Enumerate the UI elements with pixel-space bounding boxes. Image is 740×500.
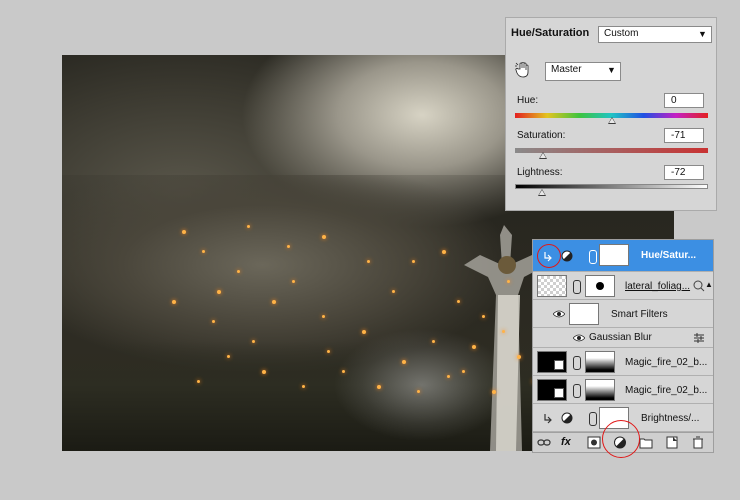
layer-name: Magic_fire_02_b... — [625, 357, 708, 368]
mask-link-icon[interactable] — [573, 280, 581, 294]
clipping-highlight-circle — [537, 244, 561, 268]
clipping-arrow-icon — [544, 414, 552, 424]
layer-name: Brightness/... — [641, 413, 700, 424]
ember-particle — [202, 250, 205, 253]
layer-row-smart-filters[interactable]: Smart Filters — [533, 300, 713, 328]
lightness-input[interactable]: -72 — [664, 165, 704, 180]
layer-row-lateral-foliage[interactable]: lateral_foliag... ▲ — [533, 272, 713, 300]
lightness-slider-thumb[interactable] — [538, 189, 547, 196]
layer-mask-thumbnail[interactable] — [585, 379, 615, 401]
ember-particle — [482, 315, 485, 318]
targeted-adjustment-hand-icon[interactable] — [515, 62, 531, 78]
ember-particle — [362, 330, 366, 334]
mask-link-icon[interactable] — [573, 356, 581, 370]
ember-particle — [302, 385, 305, 388]
filter-blending-options-icon[interactable] — [693, 332, 705, 344]
layer-row-magic-fire-1[interactable]: Magic_fire_02_b... — [533, 348, 713, 376]
ember-particle — [442, 250, 446, 254]
smart-object-thumbnail[interactable] — [537, 379, 567, 401]
layer-name: Magic_fire_02_b... — [625, 385, 708, 396]
ember-particle — [237, 270, 240, 273]
layer-mask-thumbnail[interactable] — [585, 351, 615, 373]
mask-link-icon[interactable] — [589, 412, 597, 426]
ember-particle — [322, 315, 325, 318]
filter-mask-thumbnail[interactable] — [569, 303, 599, 325]
layer-mask-thumbnail[interactable] — [599, 244, 629, 266]
smart-object-badge-icon — [693, 280, 705, 292]
workspace: Hue/Saturation Custom ▼ Master ▼ Hue: 0 … — [0, 0, 740, 500]
layer-row-magic-fire-2[interactable]: Magic_fire_02_b... — [533, 376, 713, 404]
trash-icon[interactable] — [691, 436, 705, 449]
ember-particle — [367, 260, 370, 263]
visibility-eye-icon[interactable] — [573, 334, 585, 342]
ember-particle — [492, 390, 496, 394]
ember-particle — [462, 370, 465, 373]
ember-particle — [272, 300, 276, 304]
mask-link-icon[interactable] — [589, 250, 597, 264]
new-layer-icon[interactable] — [665, 436, 679, 449]
smart-object-thumbnail[interactable] — [537, 351, 567, 373]
chevron-down-icon: ▼ — [607, 65, 616, 75]
hue-saturation-properties-panel: Hue/Saturation Custom ▼ Master ▼ Hue: 0 … — [505, 17, 717, 211]
saturation-label: Saturation: — [517, 130, 566, 141]
mask-link-icon[interactable] — [573, 384, 581, 398]
ember-particle — [197, 380, 200, 383]
adjustment-layer-icon — [561, 412, 573, 424]
ember-particle — [517, 355, 521, 359]
ember-particle — [172, 300, 176, 304]
ember-particle — [212, 320, 215, 323]
hue-input[interactable]: 0 — [664, 93, 704, 108]
ember-particle — [502, 330, 505, 333]
fx-icon[interactable]: fx — [561, 436, 575, 449]
ember-particle — [182, 230, 186, 234]
preset-value: Custom — [604, 28, 639, 39]
ember-particle — [342, 370, 345, 373]
ember-particle — [472, 345, 476, 349]
ember-particle — [287, 245, 290, 248]
add-mask-icon[interactable] — [587, 436, 601, 449]
ember-particle — [417, 390, 420, 393]
ember-particle — [432, 340, 435, 343]
link-layers-icon[interactable] — [537, 436, 551, 449]
saturation-slider-thumb[interactable] — [538, 152, 547, 159]
expand-up-icon[interactable]: ▲ — [705, 280, 713, 289]
preset-dropdown[interactable]: Custom ▼ — [598, 26, 712, 43]
ember-particle — [412, 260, 415, 263]
ember-particle — [322, 235, 326, 239]
layer-name: Smart Filters — [611, 309, 668, 320]
saturation-input[interactable]: -71 — [664, 128, 704, 143]
hue-label: Hue: — [517, 95, 539, 106]
ember-particle — [327, 350, 330, 353]
visibility-eye-icon[interactable] — [553, 310, 565, 318]
new-group-icon[interactable] — [639, 436, 653, 449]
layer-name: lateral_foliag... — [625, 281, 691, 292]
channel-dropdown[interactable]: Master ▼ — [545, 62, 621, 81]
ember-particle — [507, 280, 510, 283]
layer-name: Gaussian Blur — [589, 332, 652, 343]
ember-particle — [447, 375, 450, 378]
layer-row-gaussian-blur[interactable]: Gaussian Blur — [533, 328, 713, 348]
smart-object-thumbnail[interactable] — [537, 275, 567, 297]
layer-mask-thumbnail[interactable] — [585, 275, 615, 297]
adjustment-button-highlight-circle — [602, 420, 640, 458]
ember-particle — [292, 280, 295, 283]
ember-particle — [247, 225, 250, 228]
ember-particle — [402, 360, 406, 364]
ember-particle — [262, 370, 266, 374]
chevron-down-icon: ▼ — [698, 29, 707, 39]
ember-particle — [457, 300, 460, 303]
ember-particle — [252, 340, 255, 343]
hue-slider-thumb[interactable] — [607, 117, 616, 124]
layer-name: Hue/Satur... — [641, 250, 697, 261]
ember-particle — [377, 385, 381, 389]
adjustment-layer-icon — [561, 250, 573, 262]
ember-particle — [392, 290, 395, 293]
ember-particle — [217, 290, 221, 294]
lightness-label: Lightness: — [517, 167, 563, 178]
channel-value: Master — [551, 64, 582, 75]
panel-title: Hue/Saturation — [511, 27, 590, 39]
ember-particle — [227, 355, 230, 358]
